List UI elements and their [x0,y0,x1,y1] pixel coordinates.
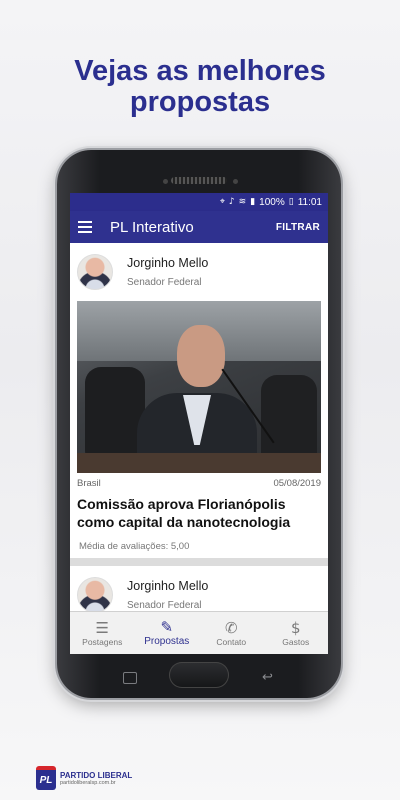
post-title[interactable]: Comissão aprova Florianópolis como capit… [77,495,321,531]
recent-apps-icon[interactable] [123,672,137,684]
app-screen: ⌖ ♪ ≋ ▮ 100% ▯ 11:01 PL Interativo FILTR… [70,193,328,654]
bottom-navigation: ☰ Postagens ✎ Propostas ✆ Contato $ Gast… [70,611,328,654]
nav-label: Contato [216,636,247,647]
earpiece-speaker [171,177,227,184]
sound-icon: ♪ [228,197,235,207]
nav-postagens[interactable]: ☰ Postagens [70,612,135,654]
nav-label: Propostas [144,636,190,647]
avatar[interactable] [77,254,113,290]
front-camera [163,179,168,184]
promo-headline: Vejas as melhores propostas [0,56,400,118]
whatsapp-icon: ✆ [224,618,238,637]
post-date: 05/08/2019 [273,478,321,489]
author-row[interactable]: Jorginho Mello Senador Federal [77,574,321,613]
back-icon[interactable]: ↩ [262,670,273,685]
headline-line-1: Vejas as melhores [74,55,326,87]
party-logo: PL PARTIDO LIBERAL partidoliberalsp.com.… [36,766,132,790]
logo-url: partidoliberalsp.com.br [60,779,116,786]
clock: 11:01 [297,196,322,208]
post-photo[interactable] [77,301,321,473]
logo-name: PARTIDO LIBERAL [60,770,133,780]
nav-gastos[interactable]: $ Gastos [264,612,329,654]
phone-frame: ⌖ ♪ ≋ ▮ 100% ▯ 11:01 PL Interativo FILTR… [57,150,341,698]
nav-label: Postagens [82,636,123,647]
author-role: Senador Federal [127,600,202,611]
app-bar: PL Interativo FILTRAR [70,211,328,243]
signal-icon: ▮ [250,197,256,207]
author-name: Jorginho Mello [127,256,209,270]
money-search-icon: $ [290,618,301,637]
logo-mark: PL [36,766,56,790]
status-bar: ⌖ ♪ ≋ ▮ 100% ▯ 11:01 [70,193,328,211]
wifi-icon: ≋ [238,197,247,207]
post-category: Brasil [77,478,101,489]
hamburger-icon[interactable] [78,221,92,233]
nav-contato[interactable]: ✆ Contato [199,612,264,654]
nav-propostas[interactable]: ✎ Propostas [135,612,200,654]
author-row[interactable]: Jorginho Mello Senador Federal [77,251,321,293]
author-role: Senador Federal [127,277,202,288]
post-card[interactable]: Jorginho Mello Senador Federal [70,566,328,613]
post-card[interactable]: Jorginho Mello Senador Federal Brasil 05… [70,243,328,558]
home-button[interactable] [169,662,229,688]
location-icon: ⌖ [219,197,225,207]
rating-average: Média de avaliações: 5,00 [79,541,190,552]
list-icon: ☰ [95,618,109,637]
post-feed[interactable]: Jorginho Mello Senador Federal Brasil 05… [70,243,328,613]
nav-label: Gastos [282,636,310,647]
app-title: PL Interativo [110,218,194,236]
battery-level: 100% [259,196,285,208]
battery-icon: ▯ [288,197,294,207]
post-meta: Brasil 05/08/2019 [77,478,321,489]
avatar[interactable] [77,577,113,613]
author-name: Jorginho Mello [127,579,209,593]
filter-button[interactable]: FILTRAR [276,222,320,233]
headline-line-2: propostas [129,86,271,118]
clipboard-icon: ✎ [160,618,174,636]
proximity-sensor [233,179,238,184]
